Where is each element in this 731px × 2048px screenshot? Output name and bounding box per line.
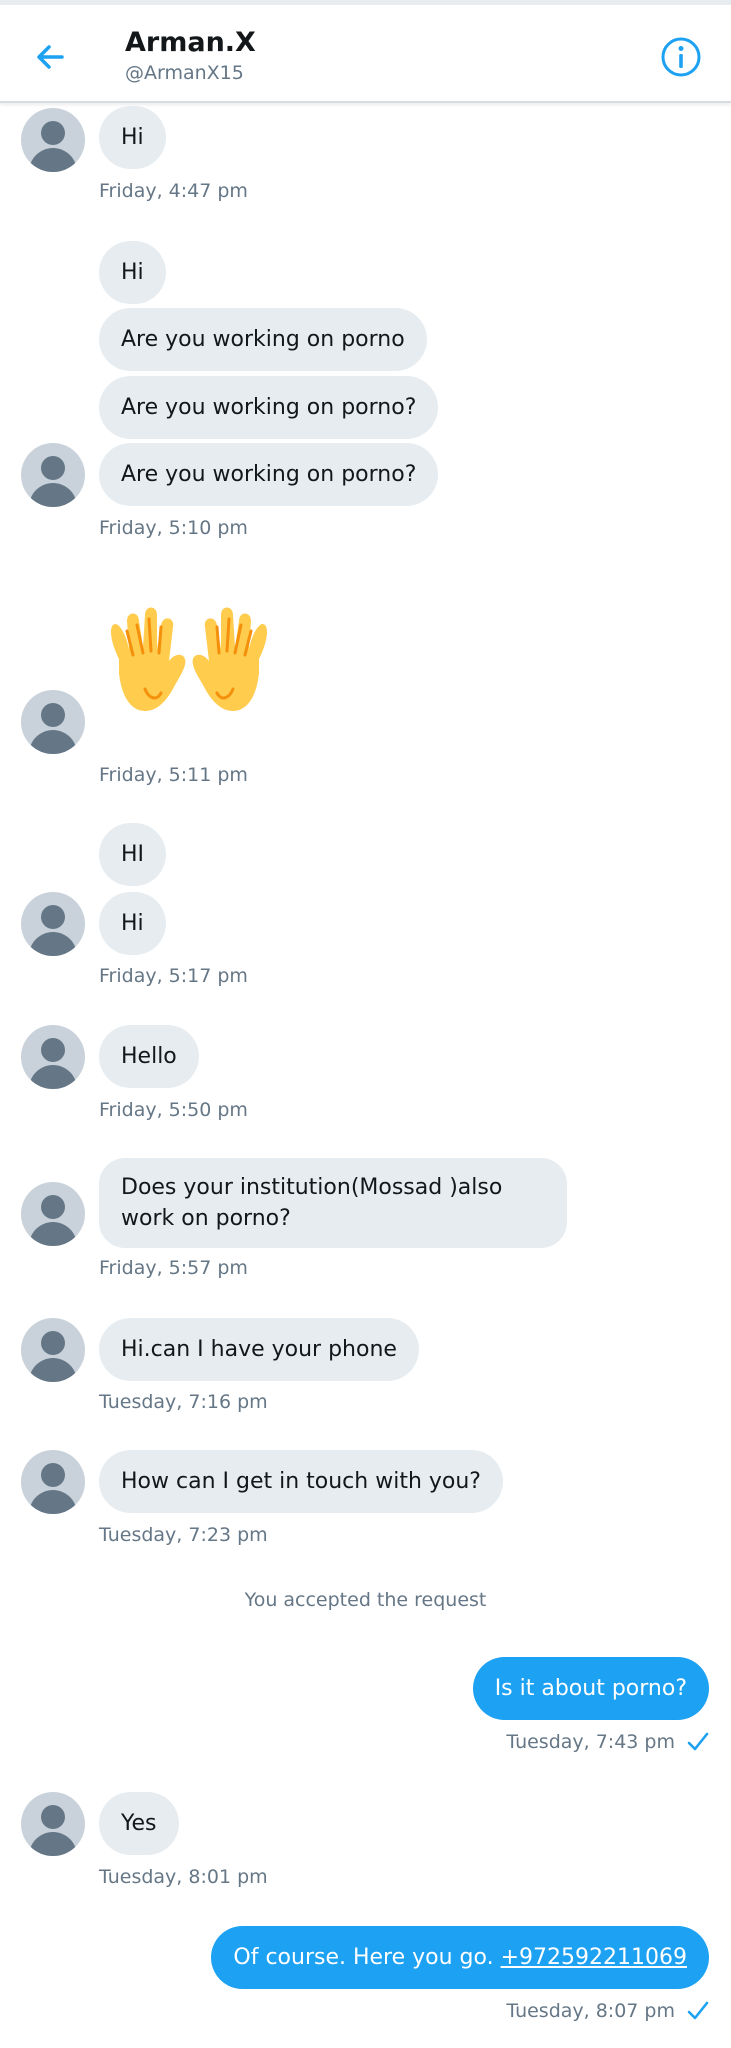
avatar[interactable] [21, 892, 85, 956]
arrow-left-icon [37, 45, 64, 69]
timestamp: Tuesday, 8:01 pm [99, 1866, 268, 1888]
message-bubble[interactable]: How can I get in touch with you? [99, 1450, 503, 1513]
avatar[interactable] [21, 1792, 85, 1856]
avatar[interactable] [21, 1025, 85, 1089]
timestamp: Friday, 5:57 pm [99, 1257, 248, 1279]
info-button[interactable] [659, 35, 703, 79]
avatar[interactable] [21, 690, 85, 754]
message-text: Of course. Here you go. [233, 1945, 501, 1970]
message-bubble[interactable]: Hi [99, 241, 166, 304]
message-bubble[interactable]: Are you working on porno? [99, 376, 439, 439]
info-icon [661, 37, 701, 77]
timestamp: Tuesday, 7:16 pm [99, 1391, 268, 1413]
avatar[interactable] [21, 1318, 85, 1382]
message-bubble[interactable]: HI [99, 823, 167, 886]
raised-hands-emoji[interactable] [99, 603, 279, 723]
contact-name[interactable]: Arman.X [125, 27, 256, 58]
sent-check-icon [687, 1732, 709, 1751]
timestamp: Friday, 5:11 pm [99, 764, 248, 786]
message-bubble[interactable]: Are you working on porno? [99, 443, 439, 506]
message-bubble[interactable]: Hi [99, 892, 166, 955]
sent-check-icon [687, 2001, 709, 2020]
avatar[interactable] [21, 1450, 85, 1514]
contact-handle: @ArmanX15 [125, 62, 244, 84]
avatar[interactable] [21, 443, 85, 507]
back-button[interactable] [28, 35, 72, 79]
message-bubble[interactable]: Are you working on porno [99, 308, 427, 371]
timestamp: Friday, 5:50 pm [99, 1099, 248, 1121]
message-bubble[interactable]: Hi.can I have your phone [99, 1318, 419, 1381]
system-message: You accepted the request [244, 1589, 487, 1611]
phone-link[interactable]: +972592211069 [501, 1945, 687, 1970]
avatar[interactable] [21, 108, 85, 172]
message-bubble[interactable]: Hi [99, 106, 166, 169]
message-bubble[interactable]: Yes [99, 1792, 179, 1855]
conversation-header: Arman.X @ArmanX15 [0, 0, 731, 103]
timestamp: Friday, 4:47 pm [99, 180, 248, 202]
timestamp: Friday, 5:10 pm [99, 517, 248, 539]
outgoing-message-bubble[interactable]: Is it about porno? [472, 1657, 709, 1720]
outgoing-timestamp: Tuesday, 7:43 pm [506, 1731, 709, 1753]
outgoing-timestamp: Tuesday, 8:07 pm [506, 2000, 709, 2022]
timestamp-text: Tuesday, 8:07 pm [506, 2000, 675, 2022]
timestamp: Friday, 5:17 pm [99, 965, 248, 987]
message-bubble[interactable]: Does your institution(Mossad )also work … [99, 1158, 567, 1248]
outgoing-message-bubble[interactable]: Of course. Here you go. +972592211069 [211, 1926, 709, 1989]
timestamp-text: Tuesday, 7:43 pm [506, 1731, 675, 1753]
message-bubble[interactable]: Hello [99, 1025, 199, 1088]
timestamp: Tuesday, 7:23 pm [99, 1524, 268, 1546]
avatar[interactable] [21, 1182, 85, 1246]
